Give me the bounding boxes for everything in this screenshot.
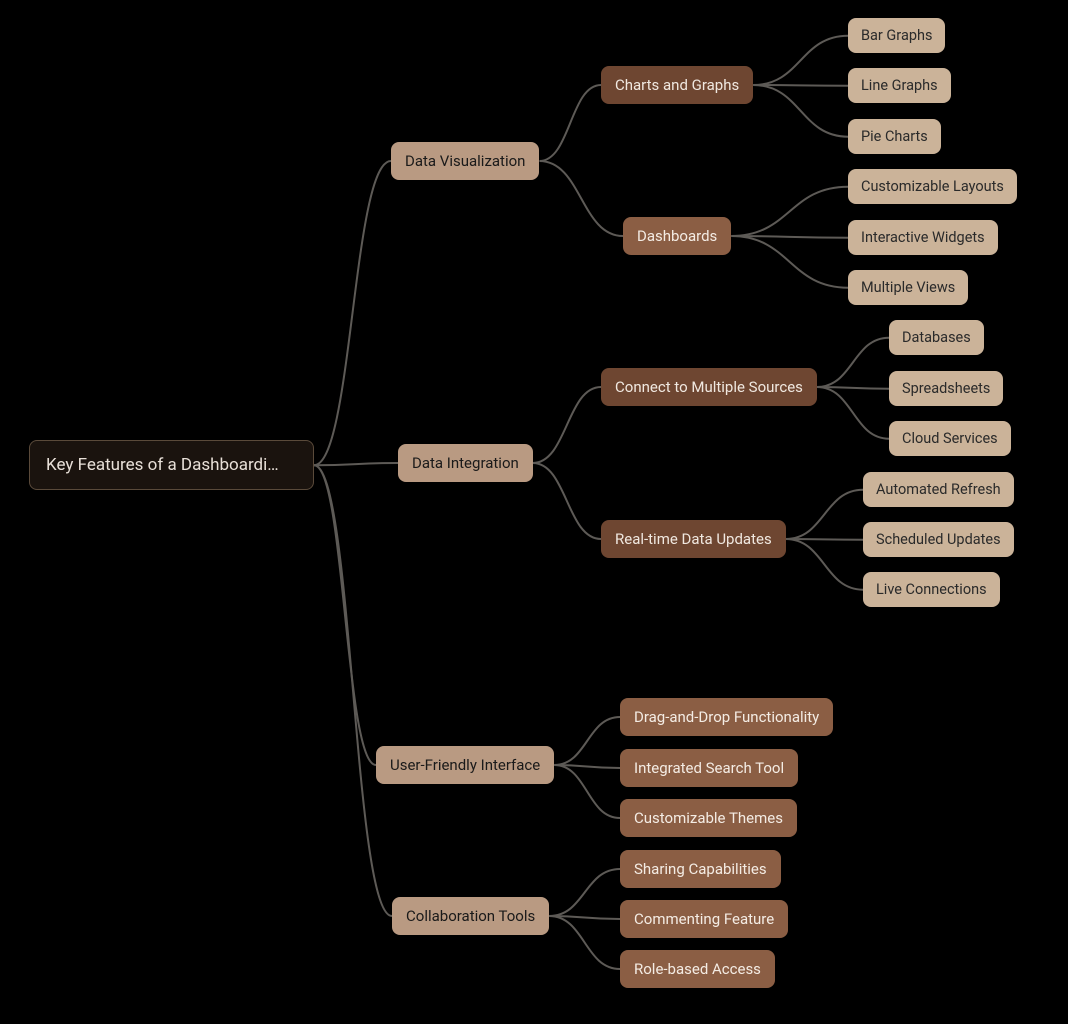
leaf-pie-charts[interactable]: Pie Charts	[848, 119, 941, 154]
node-label: Role-based Access	[634, 960, 761, 978]
node-label: Multiple Views	[861, 279, 955, 296]
leaf-integrated-search[interactable]: Integrated Search Tool	[620, 749, 798, 787]
node-label: Automated Refresh	[876, 481, 1001, 498]
node-label: Drag-and-Drop Functionality	[634, 708, 819, 726]
branch-collaboration-tools[interactable]: Collaboration Tools	[392, 897, 549, 935]
leaf-live-connections[interactable]: Live Connections	[863, 572, 1000, 607]
node-label: Real-time Data Updates	[615, 530, 772, 548]
leaf-spreadsheets[interactable]: Spreadsheets	[889, 371, 1003, 406]
mindmap-canvas: Key Features of a Dashboardi… Data Visua…	[0, 0, 1068, 1024]
node-label: Collaboration Tools	[406, 907, 535, 925]
leaf-customizable-layouts[interactable]: Customizable Layouts	[848, 169, 1017, 204]
leaf-interactive-widgets[interactable]: Interactive Widgets	[848, 220, 998, 255]
root-node[interactable]: Key Features of a Dashboardi…	[29, 440, 314, 490]
leaf-databases[interactable]: Databases	[889, 320, 984, 355]
node-label: Customizable Themes	[634, 809, 783, 827]
node-label: Line Graphs	[861, 77, 938, 94]
branch-realtime-updates[interactable]: Real-time Data Updates	[601, 520, 786, 558]
leaf-sharing-capabilities[interactable]: Sharing Capabilities	[620, 850, 781, 888]
leaf-line-graphs[interactable]: Line Graphs	[848, 68, 951, 103]
node-label: Sharing Capabilities	[634, 860, 767, 878]
node-label: Pie Charts	[861, 128, 928, 145]
branch-data-visualization[interactable]: Data Visualization	[391, 142, 539, 180]
node-label: Dashboards	[637, 227, 717, 245]
node-label: Interactive Widgets	[861, 229, 985, 246]
node-label: Commenting Feature	[634, 910, 774, 928]
node-label: Spreadsheets	[902, 380, 990, 397]
root-label: Key Features of a Dashboardi…	[46, 455, 279, 475]
leaf-automated-refresh[interactable]: Automated Refresh	[863, 472, 1014, 507]
node-label: Data Integration	[412, 454, 519, 472]
branch-data-integration[interactable]: Data Integration	[398, 444, 533, 482]
leaf-customizable-themes[interactable]: Customizable Themes	[620, 799, 797, 837]
leaf-role-based-access[interactable]: Role-based Access	[620, 950, 775, 988]
node-label: Charts and Graphs	[615, 76, 739, 94]
node-label: Customizable Layouts	[861, 178, 1004, 195]
node-label: Data Visualization	[405, 152, 525, 170]
leaf-bar-graphs[interactable]: Bar Graphs	[848, 18, 945, 53]
branch-charts-and-graphs[interactable]: Charts and Graphs	[601, 66, 753, 104]
node-label: Connect to Multiple Sources	[615, 378, 803, 396]
branch-connect-sources[interactable]: Connect to Multiple Sources	[601, 368, 817, 406]
leaf-commenting-feature[interactable]: Commenting Feature	[620, 900, 788, 938]
leaf-drag-and-drop[interactable]: Drag-and-Drop Functionality	[620, 698, 833, 736]
node-label: Scheduled Updates	[876, 531, 1001, 548]
leaf-cloud-services[interactable]: Cloud Services	[889, 421, 1011, 456]
node-label: User-Friendly Interface	[390, 756, 540, 774]
branch-user-friendly-interface[interactable]: User-Friendly Interface	[376, 746, 554, 784]
branch-dashboards[interactable]: Dashboards	[623, 217, 731, 255]
leaf-multiple-views[interactable]: Multiple Views	[848, 270, 968, 305]
leaf-scheduled-updates[interactable]: Scheduled Updates	[863, 522, 1014, 557]
node-label: Integrated Search Tool	[634, 759, 784, 777]
node-label: Live Connections	[876, 581, 987, 598]
node-label: Databases	[902, 329, 971, 346]
node-label: Bar Graphs	[861, 27, 932, 44]
node-label: Cloud Services	[902, 430, 998, 447]
